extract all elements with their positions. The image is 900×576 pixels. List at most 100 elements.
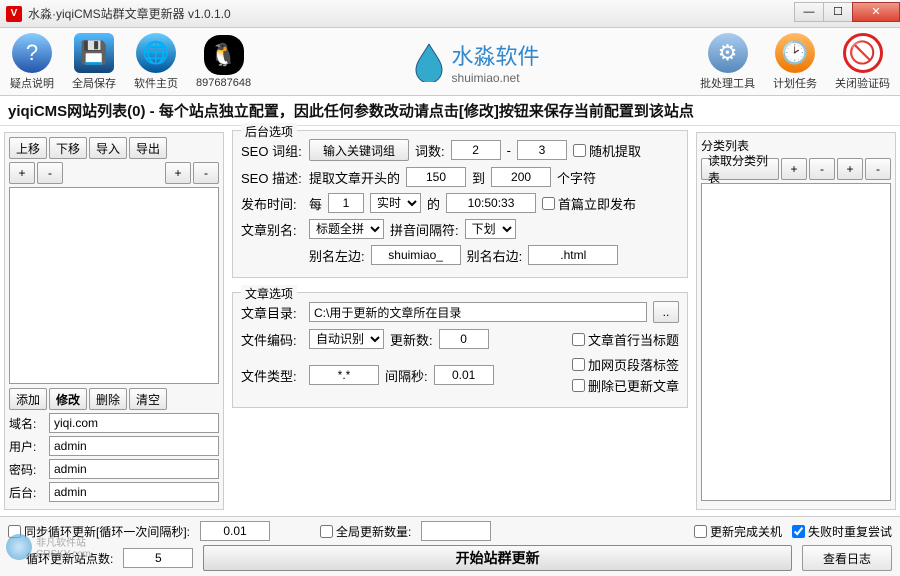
pass-label: 密码: bbox=[9, 461, 45, 478]
alias-right-input[interactable] bbox=[528, 245, 618, 265]
del-updated-check[interactable]: 删除已更新文章 bbox=[572, 376, 679, 395]
domain-input[interactable] bbox=[49, 413, 219, 433]
alias-right-label: 别名右边: bbox=[467, 246, 523, 265]
cat-minus-2[interactable]: - bbox=[865, 158, 891, 180]
shutdown-check[interactable]: 更新完成关机 bbox=[694, 523, 782, 540]
plus-button-2[interactable]: + bbox=[165, 162, 191, 184]
word-count-from[interactable] bbox=[451, 140, 501, 160]
random-extract-check[interactable]: 随机提取 bbox=[573, 141, 641, 160]
filetype-input[interactable] bbox=[309, 365, 379, 385]
alias-mode-select[interactable]: 标题全拼 bbox=[309, 219, 384, 239]
retry-check[interactable]: 失败时重复尝试 bbox=[792, 523, 892, 540]
user-label: 用户: bbox=[9, 438, 45, 455]
schedule-button[interactable]: 🕑 计划任务 bbox=[773, 33, 817, 91]
start-button[interactable]: 开始站群更新 bbox=[203, 545, 792, 571]
add-button[interactable]: 添加 bbox=[9, 388, 47, 410]
move-down-button[interactable]: 下移 bbox=[49, 137, 87, 159]
site-listbox[interactable] bbox=[9, 187, 219, 384]
log-button[interactable]: 查看日志 bbox=[802, 545, 892, 571]
clock-icon: 🕑 bbox=[775, 33, 815, 73]
pass-input[interactable] bbox=[49, 459, 219, 479]
alias-left-input[interactable] bbox=[371, 245, 461, 265]
seo-desc-from[interactable] bbox=[406, 167, 466, 187]
user-input[interactable] bbox=[49, 436, 219, 456]
watermark: 非凡软件站 CRSKY.com bbox=[6, 534, 91, 560]
import-button[interactable]: 导入 bbox=[89, 137, 127, 159]
admin-input[interactable] bbox=[49, 482, 219, 502]
minimize-button[interactable]: — bbox=[794, 2, 824, 22]
watermark-icon bbox=[6, 534, 32, 560]
cat-plus-1[interactable]: + bbox=[781, 158, 807, 180]
cat-minus-1[interactable]: - bbox=[809, 158, 835, 180]
brand-en: shuimiao.net bbox=[452, 71, 540, 85]
filetype-label: 文件类型: bbox=[241, 366, 303, 385]
update-count-label: 更新数: bbox=[390, 330, 433, 349]
alias-left-label: 别名左边: bbox=[309, 246, 365, 265]
publish-time[interactable] bbox=[446, 193, 536, 213]
article-options: 文章选项 文章目录: .. 文件编码: 自动识别 更新数: 文章首行当标题 文件… bbox=[232, 292, 688, 408]
publish-first-check[interactable]: 首篇立即发布 bbox=[542, 194, 636, 213]
footer: 同步循环更新[循环一次间隔秒]: 全局更新数量: 更新完成关机 失败时重复尝试 … bbox=[0, 516, 900, 576]
admin-label: 后台: bbox=[9, 484, 45, 501]
captcha-button[interactable]: 🚫 关闭验证码 bbox=[835, 33, 890, 91]
browse-button[interactable]: .. bbox=[653, 301, 679, 323]
interval-label: 间隔秒: bbox=[385, 366, 428, 385]
home-label: 软件主页 bbox=[134, 75, 178, 91]
schedule-label: 计划任务 bbox=[773, 75, 817, 91]
sync-val-input[interactable] bbox=[200, 521, 270, 541]
category-panel: 分类列表 读取分类列表 + - + - bbox=[696, 132, 896, 510]
pinyin-sep-select[interactable]: 下划 bbox=[465, 219, 516, 239]
move-up-button[interactable]: 上移 bbox=[9, 137, 47, 159]
publish-realtime-select[interactable]: 实时 bbox=[370, 193, 421, 213]
maximize-button[interactable]: ☐ bbox=[823, 2, 853, 22]
read-category-button[interactable]: 读取分类列表 bbox=[701, 158, 779, 180]
category-listbox[interactable] bbox=[701, 183, 891, 501]
help-icon: ? bbox=[12, 33, 52, 73]
publish-label: 发布时间: bbox=[241, 194, 303, 213]
qq-label: 897687648 bbox=[196, 77, 251, 89]
dir-label: 文章目录: bbox=[241, 303, 303, 322]
first-title-check[interactable]: 文章首行当标题 bbox=[572, 330, 679, 349]
update-count-input[interactable] bbox=[439, 329, 489, 349]
modify-button[interactable]: 修改 bbox=[49, 388, 87, 410]
global-count-check[interactable]: 全局更新数量: bbox=[320, 523, 411, 540]
site-list-banner: yiqiCMS网站列表(0) - 每个站点独立配置，因此任何参数改动请点击[修改… bbox=[0, 96, 900, 126]
dir-input[interactable] bbox=[309, 302, 647, 322]
interval-input[interactable] bbox=[434, 365, 494, 385]
backend-title: 后台选项 bbox=[241, 123, 297, 140]
globe-icon: 🌐 bbox=[136, 33, 176, 73]
global-count-input[interactable] bbox=[421, 521, 491, 541]
brand-logo-icon bbox=[412, 42, 446, 82]
encoding-select[interactable]: 自动识别 bbox=[309, 329, 384, 349]
seo-desc-to[interactable] bbox=[491, 167, 551, 187]
minus-button-1[interactable]: - bbox=[37, 162, 63, 184]
minus-button-2[interactable]: - bbox=[193, 162, 219, 184]
publish-n[interactable] bbox=[328, 193, 364, 213]
word-count-to[interactable] bbox=[517, 140, 567, 160]
save-button[interactable]: 💾 全局保存 bbox=[72, 33, 116, 91]
qq-icon: 🐧 bbox=[204, 35, 244, 75]
plus-button-1[interactable]: + bbox=[9, 162, 35, 184]
batch-button[interactable]: ⚙ 批处理工具 bbox=[700, 33, 755, 91]
loop-val-input[interactable] bbox=[123, 548, 193, 568]
save-label: 全局保存 bbox=[72, 75, 116, 91]
toolbar: ? 疑点说明 💾 全局保存 🌐 软件主页 🐧 897687648 水淼软件 sh… bbox=[0, 28, 900, 96]
site-list-panel: 上移 下移 导入 导出 + - + - 添加 修改 删除 清空 域名: 用户: … bbox=[4, 132, 224, 510]
help-label: 疑点说明 bbox=[10, 75, 54, 91]
pinyin-sep-label: 拼音间隔符: bbox=[390, 220, 459, 239]
delete-button[interactable]: 删除 bbox=[89, 388, 127, 410]
qq-button[interactable]: 🐧 897687648 bbox=[196, 35, 251, 89]
seo-word-button[interactable]: 输入关键词组 bbox=[309, 139, 409, 161]
add-tag-check[interactable]: 加网页段落标签 bbox=[572, 355, 679, 374]
save-icon: 💾 bbox=[74, 33, 114, 73]
batch-label: 批处理工具 bbox=[700, 75, 755, 91]
cat-plus-2[interactable]: + bbox=[837, 158, 863, 180]
help-button[interactable]: ? 疑点说明 bbox=[10, 33, 54, 91]
close-button[interactable]: ✕ bbox=[852, 2, 900, 22]
domain-label: 域名: bbox=[9, 415, 45, 432]
home-button[interactable]: 🌐 软件主页 bbox=[134, 33, 178, 91]
window-title: 水淼·yiqiCMS站群文章更新器 v1.0.1.0 bbox=[28, 5, 795, 22]
backend-options: 后台选项 SEO 词组: 输入关键词组 词数: - 随机提取 SEO 描述: 提… bbox=[232, 130, 688, 278]
export-button[interactable]: 导出 bbox=[129, 137, 167, 159]
clear-button[interactable]: 清空 bbox=[129, 388, 167, 410]
